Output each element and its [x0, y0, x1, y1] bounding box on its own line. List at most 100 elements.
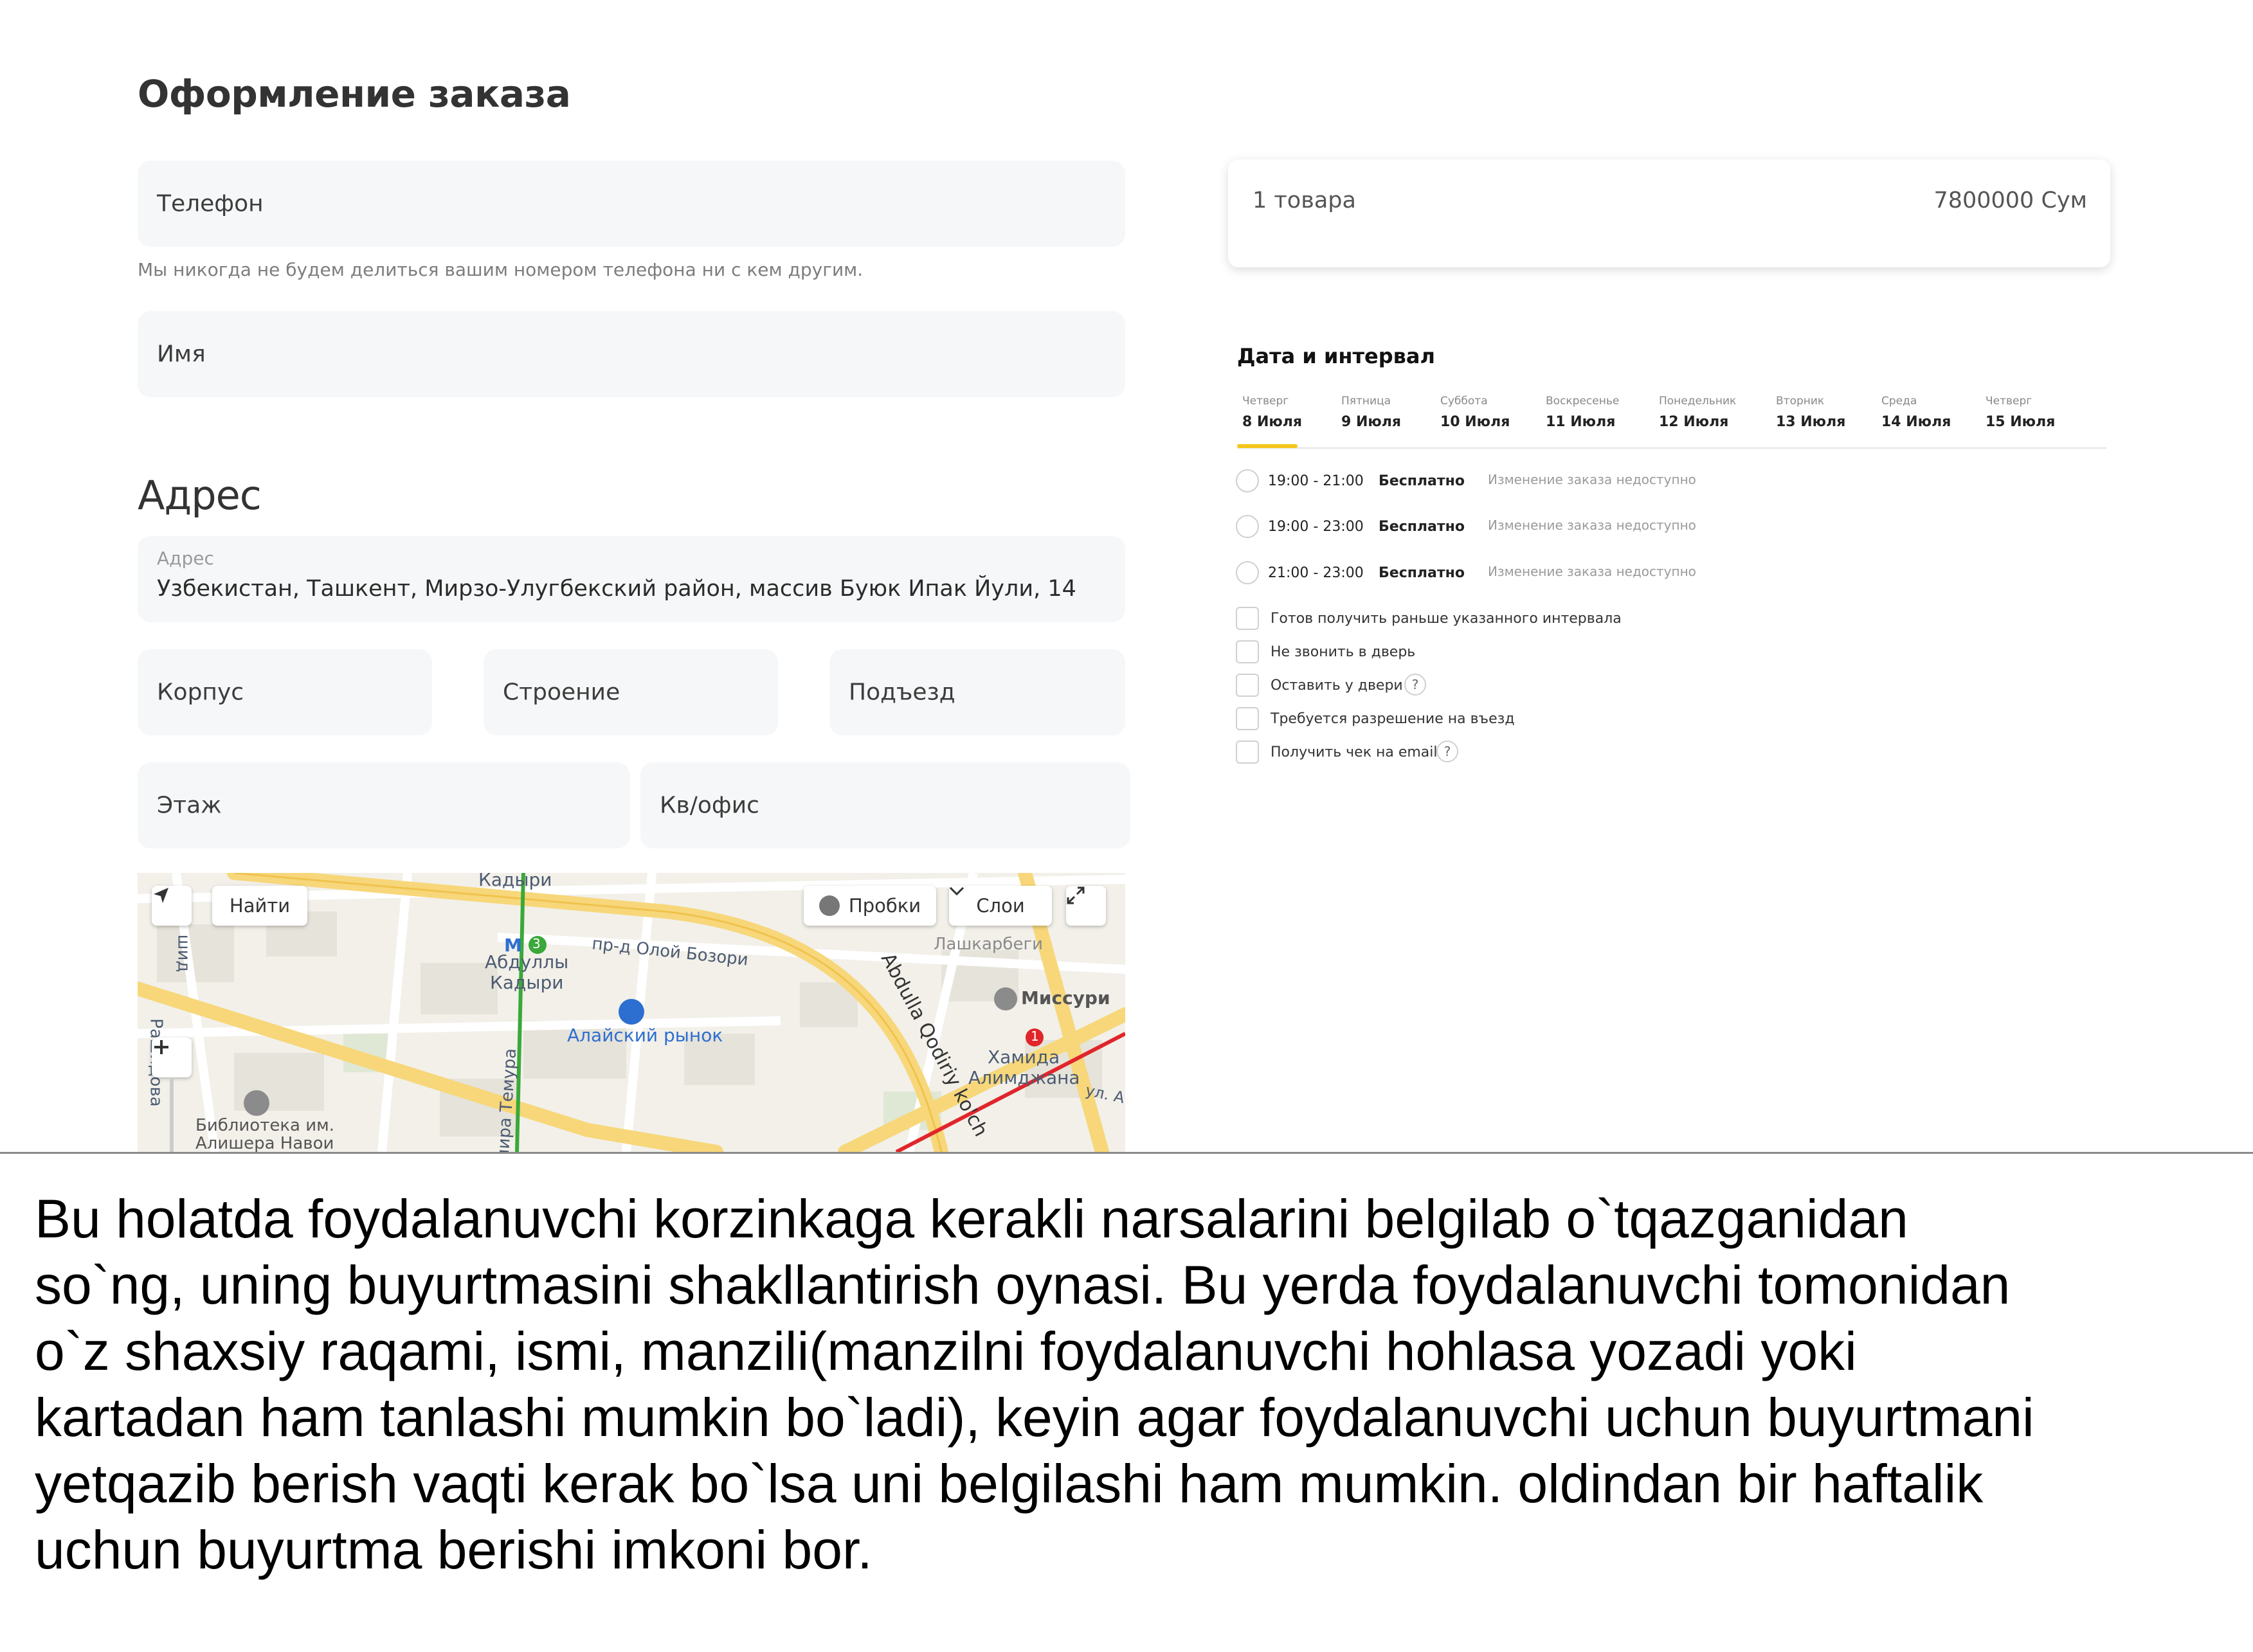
phone-hint: Мы никогда не будем делиться вашим номер… [138, 259, 864, 280]
fullscreen-button[interactable] [1066, 886, 1106, 926]
day-weekday: Четверг [1986, 395, 2032, 408]
day-tab[interactable]: Пятница 9 Июля [1341, 395, 1401, 430]
map-label-metro-abdully-1: Абдуллы [485, 951, 569, 973]
checkbox[interactable] [1236, 607, 1259, 630]
stroenie-placeholder: Строение [503, 679, 620, 706]
day-weekday: Воскресенье [1546, 395, 1620, 408]
option-label: Готов получить раньше указанного интерва… [1271, 611, 1622, 627]
day-tab[interactable]: Четверг 8 Июля [1242, 395, 1302, 430]
day-weekday: Понедельник [1659, 395, 1737, 408]
checkbox[interactable] [1236, 640, 1259, 663]
slot-price: Бесплатно [1379, 519, 1465, 535]
floor-field[interactable]: Этаж [138, 762, 630, 848]
delivery-section-title: Дата и интервал [1237, 344, 1435, 368]
day-date: 9 Июля [1341, 414, 1402, 430]
phone-placeholder: Телефон [157, 190, 264, 217]
help-icon[interactable]: ? [1404, 674, 1426, 696]
apartment-placeholder: Кв/офис [660, 792, 759, 819]
map-layers-button[interactable]: Слои [949, 886, 1052, 926]
day-weekday: Среда [1881, 395, 1917, 408]
map-label-metro-letter: М [504, 935, 522, 956]
day-tabs-underline [1237, 447, 2106, 449]
day-tab[interactable]: Понедельник 12 Июля [1659, 395, 1736, 430]
apartment-field[interactable]: Кв/офис [640, 762, 1130, 848]
day-tab[interactable]: Четверг 15 Июля [1986, 395, 2055, 430]
caption-line: yetqazib berish vaqti kerak bo`lsa uni b… [35, 1453, 1984, 1514]
day-tab[interactable]: Среда 14 Июля [1881, 395, 1951, 430]
items-count: 1 товара [1253, 188, 1356, 213]
day-date: 8 Июля [1242, 414, 1303, 430]
map-find-button[interactable]: Найти [212, 886, 307, 926]
day-date: 11 Июля [1546, 414, 1616, 430]
description-caption: Bu holatda foydalanuvchi korzinkaga kera… [35, 1186, 2234, 1583]
name-field[interactable]: Имя [138, 311, 1125, 397]
korpus-field[interactable]: Корпус [138, 649, 432, 735]
podezd-placeholder: Подъезд [849, 679, 955, 706]
option-label: Требуется разрешение на въезд [1271, 711, 1515, 727]
map-label-missuri: Миссури [1021, 987, 1110, 1009]
day-weekday: Четверг [1242, 395, 1289, 408]
slot-note: Изменение заказа недоступно [1488, 564, 1696, 579]
caption-divider [0, 1152, 2253, 1154]
day-date: 14 Июля [1881, 414, 1951, 430]
address-field-label: Адрес [157, 548, 214, 569]
phone-field[interactable]: Телефон [138, 161, 1125, 247]
day-tab[interactable]: Вторник 13 Июля [1776, 395, 1845, 430]
day-weekday: Пятница [1341, 395, 1391, 408]
order-summary-card: 1 товара 7800000 Сум [1228, 159, 2110, 267]
slot-radio[interactable] [1236, 469, 1259, 492]
day-date: 12 Июля [1659, 414, 1729, 430]
slot-time: 21:00 - 23:00 [1268, 565, 1364, 581]
option-label: Оставить у двери [1271, 678, 1403, 694]
map-traffic-label: Пробки [848, 895, 921, 917]
stroenie-field[interactable]: Строение [484, 649, 778, 735]
name-placeholder: Имя [157, 341, 206, 368]
caption-line: kartadan ham tanlashi mumkin bo`ladi), k… [35, 1387, 2034, 1448]
checkbox[interactable] [1236, 707, 1259, 730]
zoom-slider[interactable] [170, 1077, 174, 1152]
map-traffic-button[interactable]: Пробки [804, 886, 936, 926]
slot-note: Изменение заказа недоступно [1488, 472, 1696, 487]
map-label-top-street: Кадыри [478, 873, 552, 890]
slot-price: Бесплатно [1379, 565, 1465, 581]
slot-radio[interactable] [1236, 515, 1259, 538]
map-label-library-2: Алишера Навои [195, 1134, 334, 1152]
day-date: 13 Июля [1776, 414, 1846, 430]
map-label-metro-hamida-2: Алимджана [968, 1067, 1080, 1088]
checkbox[interactable] [1236, 741, 1259, 764]
address-title: Адрес [138, 472, 262, 519]
day-weekday: Суббота [1440, 395, 1488, 408]
map-label-metro-abdully-2: Кадыри [490, 972, 564, 993]
day-tab[interactable]: Воскресенье 11 Июля [1546, 395, 1619, 430]
slot-price: Бесплатно [1379, 473, 1465, 489]
traffic-icon [819, 895, 840, 916]
day-tab[interactable]: Суббота 10 Июля [1440, 395, 1510, 430]
podezd-field[interactable]: Подъезд [829, 649, 1125, 735]
slot-time: 19:00 - 23:00 [1268, 519, 1364, 535]
checkbox[interactable] [1236, 674, 1259, 697]
map-label-left-street: шид [174, 934, 194, 973]
slot-time: 19:00 - 21:00 [1268, 473, 1364, 489]
map-label-metro-hamida-1: Хамида [988, 1046, 1060, 1068]
caption-line: o`z shaxsiy raqami, ismi, manzili(manzil… [35, 1321, 1857, 1381]
locate-button[interactable] [152, 886, 192, 926]
expand-icon [1067, 886, 1085, 904]
korpus-placeholder: Корпус [157, 679, 244, 706]
caption-line: uchun buyurtma berishi imkoni bor. [35, 1520, 873, 1580]
zoom-in-button[interactable] [152, 1037, 192, 1077]
option-label: Получить чек на email [1271, 744, 1438, 760]
help-icon[interactable]: ? [1436, 741, 1458, 762]
map-layers-label: Слои [976, 895, 1025, 917]
caption-line: Bu holatda foydalanuvchi korzinkaga kera… [35, 1189, 1908, 1249]
address-map[interactable]: Кадыри Абдуллы Кадыри М 3 пр-д Олой Бозо… [138, 873, 1125, 1152]
floor-placeholder: Этаж [157, 792, 222, 819]
address-field[interactable]: Адрес Узбекистан, Ташкент, Мирзо-Улугбек… [138, 536, 1125, 622]
navigation-arrow-icon [154, 888, 168, 903]
active-day-indicator [1237, 444, 1298, 448]
option-label: Не звонить в дверь [1271, 644, 1416, 660]
day-date: 10 Июля [1440, 414, 1510, 430]
day-weekday: Вторник [1776, 395, 1825, 408]
plus-icon [154, 1040, 168, 1054]
map-label-library-1: Библиотека им. [195, 1116, 335, 1135]
slot-radio[interactable] [1236, 561, 1259, 584]
